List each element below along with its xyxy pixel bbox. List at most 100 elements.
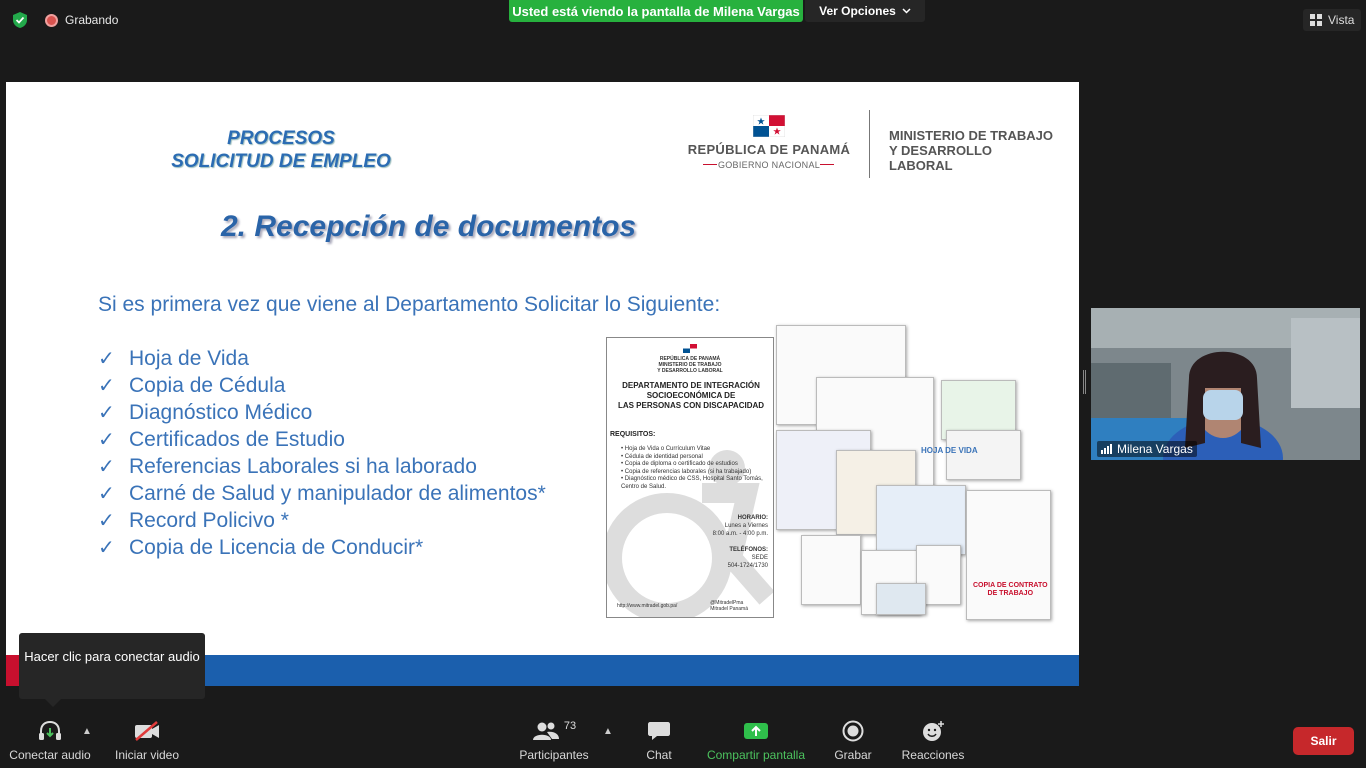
participants-button[interactable]: 73 Participantes xyxy=(515,712,593,768)
headphones-icon xyxy=(39,720,61,740)
grid-view-icon xyxy=(1310,14,1322,26)
slide-footer-accent xyxy=(6,655,20,686)
record-button[interactable]: Grabar xyxy=(825,712,881,768)
list-item-label: Copia de Cédula xyxy=(129,373,286,397)
meeting-toolbar: Conectar audio ▲ Iniciar video 73 Partic… xyxy=(0,712,1366,768)
ministry-logo: REPÚBLICA DE PANAMÁ GOBIERNO NACIONAL MI… xyxy=(686,107,1056,187)
flyer-title-line1: DEPARTAMENTO DE INTEGRACIÓN xyxy=(622,381,760,390)
flyer-website: http://www.mitradel.gob.pa/ xyxy=(617,603,678,609)
flyer-requirements-label: REQUISITOS: xyxy=(610,431,656,438)
slide-intro: Si es primera vez que viene al Departame… xyxy=(98,293,721,316)
flyer-req-text: Diagnóstico médico de CSS, Hospital Sant… xyxy=(621,476,763,490)
flyer-req-text: Copia de diploma o certificado de estudi… xyxy=(624,461,738,467)
participants-options-caret-icon[interactable]: ▲ xyxy=(603,726,613,737)
flyer-requirements: • Hoja de Vida o Currículum Vitae • Cédu… xyxy=(621,446,771,491)
license-card-image xyxy=(876,583,926,615)
ministry-line1: MINISTERIO DE TRABAJO xyxy=(889,128,1053,143)
flyer-title-line2: SOCIOECONÓMICA DE xyxy=(646,391,736,400)
check-icon: ✓ xyxy=(98,375,115,397)
leave-meeting-button[interactable]: Salir xyxy=(1293,727,1354,755)
view-button[interactable]: Vista xyxy=(1303,9,1362,31)
list-item: ✓ Record Policivo * xyxy=(98,507,546,534)
participant-name-tag: Milena Vargas xyxy=(1097,441,1197,457)
list-item-label: Copia de Licencia de Conducir* xyxy=(129,535,424,559)
list-item: ✓ Copia de Cédula xyxy=(98,372,546,399)
check-icon: ✓ xyxy=(98,537,115,559)
view-options-label: Ver Opciones xyxy=(819,4,896,18)
flyer-schedule-hours: 8:00 a.m. - 4:00 p.m. xyxy=(712,531,768,537)
collage-contract-line1: COPIA DE CONTRATO xyxy=(973,582,1048,589)
participants-count: 73 xyxy=(563,720,577,732)
flyer-req-text: Copia de referencias laborales (si ha tr… xyxy=(624,468,752,475)
panama-flag-icon xyxy=(753,115,785,137)
chat-icon xyxy=(648,722,670,740)
view-options-button[interactable]: Ver Opciones xyxy=(805,0,925,22)
flyer-phones-number: 504-1724/1730 xyxy=(727,563,768,569)
view-label: Vista xyxy=(1328,13,1355,27)
list-item-label: Referencias Laborales si ha laborado xyxy=(129,454,477,478)
recording-label: Grabando xyxy=(65,13,119,27)
flyer-header: REPÚBLICA DE PANAMÁ MINISTERIO DE TRABAJ… xyxy=(607,356,773,374)
participant-name: Milena Vargas xyxy=(1117,442,1193,456)
id-card-image xyxy=(946,430,1021,480)
chat-button[interactable]: Chat xyxy=(630,712,688,768)
check-icon: ✓ xyxy=(98,456,115,478)
recording-indicator[interactable]: Grabando xyxy=(45,12,118,28)
security-shield-icon[interactable] xyxy=(11,11,29,29)
list-item-label: Diagnóstico Médico xyxy=(129,400,313,424)
connect-audio-label: Conectar audio xyxy=(9,748,91,762)
process-title-line2: SOLICITUD DE EMPLEO xyxy=(171,151,391,172)
list-item: ✓ Certificados de Estudio xyxy=(98,426,546,453)
flyer-req-item: • Copia de referencias laborales (si ha … xyxy=(621,468,752,475)
list-item-label: Certificados de Estudio xyxy=(129,427,345,451)
share-screen-label: Compartir pantalla xyxy=(706,748,806,762)
collage-hoja-vida: HOJA DE VIDA xyxy=(921,446,978,455)
audio-options-caret-icon[interactable]: ▲ xyxy=(82,726,92,737)
slide-heading: 2. Recepción de documentos xyxy=(221,210,637,243)
share-screen-button[interactable]: Compartir pantalla xyxy=(703,712,809,768)
document-image xyxy=(801,535,861,605)
reactions-label: Reacciones xyxy=(901,748,965,762)
list-item: ✓ Copia de Licencia de Conducir* xyxy=(98,534,546,561)
check-icon: ✓ xyxy=(98,402,115,424)
reactions-button[interactable]: Reacciones xyxy=(897,712,969,768)
viewing-screen-banner: Usted está viendo la pantalla de Milena … xyxy=(509,0,803,22)
flyer-schedule-days: Lunes a Viernes xyxy=(724,523,768,529)
flyer-phones-sede: SEDE xyxy=(751,555,768,561)
republic-label: REPÚBLICA DE PANAMÁ xyxy=(687,142,851,157)
flyer-req-item: • Hoja de Vida o Currículum Vitae xyxy=(621,446,711,452)
list-item-label: Carné de Salud y manipulador de alimento… xyxy=(129,481,546,505)
list-item-label: Record Policivo * xyxy=(129,508,289,532)
flyer-title: DEPARTAMENTO DE INTEGRACIÓN SOCIOECONÓMI… xyxy=(611,381,771,411)
flyer-social-line2: Mitradel Panamá xyxy=(710,606,748,612)
start-video-label: Iniciar video xyxy=(114,748,180,762)
process-title: PROCESOS SOLICITUD DE EMPLEO xyxy=(146,127,416,173)
flyer-req-text: Cédula de identidad personal xyxy=(624,453,703,460)
logo-separator xyxy=(869,110,870,178)
chevron-down-icon xyxy=(902,8,911,14)
requirements-list: ✓ Hoja de Vida ✓ Copia de Cédula ✓ Diagnóst… xyxy=(98,345,546,561)
shared-screen-slide: PROCESOS SOLICITUD DE EMPLEO REPÚBLICA D… xyxy=(6,82,1079,686)
ministry-name: MINISTERIO DE TRABAJO Y DESARROLLO LABOR… xyxy=(889,128,1059,173)
government-label: GOBIERNO NACIONAL xyxy=(717,160,821,170)
collage-contract-line2: DE TRABAJO xyxy=(987,590,1034,597)
participant-video[interactable]: Milena Vargas xyxy=(1091,308,1360,460)
flyer-phones-label: TELÉFONOS: xyxy=(729,547,768,553)
chat-label: Chat xyxy=(646,748,672,762)
participants-label: Participantes xyxy=(519,748,589,762)
connect-audio-button[interactable]: Conectar audio xyxy=(6,712,94,768)
list-item: ✓ Diagnóstico Médico xyxy=(98,399,546,426)
documents-collage: HOJA DE VIDA COPIA DE CONTRATO DE TRABAJ… xyxy=(776,325,1051,625)
flyer-phones: TELÉFONOS: SEDE 504-1724/1730 xyxy=(728,546,768,570)
start-video-button[interactable]: Iniciar video xyxy=(108,712,186,768)
flag-small-icon xyxy=(683,344,697,353)
check-icon: ✓ xyxy=(98,483,115,505)
flyer-title-line3: LAS PERSONAS CON DISCAPACIDAD xyxy=(617,401,765,410)
check-icon: ✓ xyxy=(98,510,115,532)
list-item: ✓ Hoja de Vida xyxy=(98,345,546,372)
video-feed-image xyxy=(1091,308,1360,460)
process-title-line1: PROCESOS xyxy=(227,128,335,149)
flyer-schedule: HORARIO: Lunes a Viernes 8:00 a.m. - 4:0… xyxy=(713,514,768,538)
panel-resize-handle[interactable] xyxy=(1083,370,1086,394)
flyer-social: @MitradelPma Mitradel Panamá xyxy=(710,600,748,612)
